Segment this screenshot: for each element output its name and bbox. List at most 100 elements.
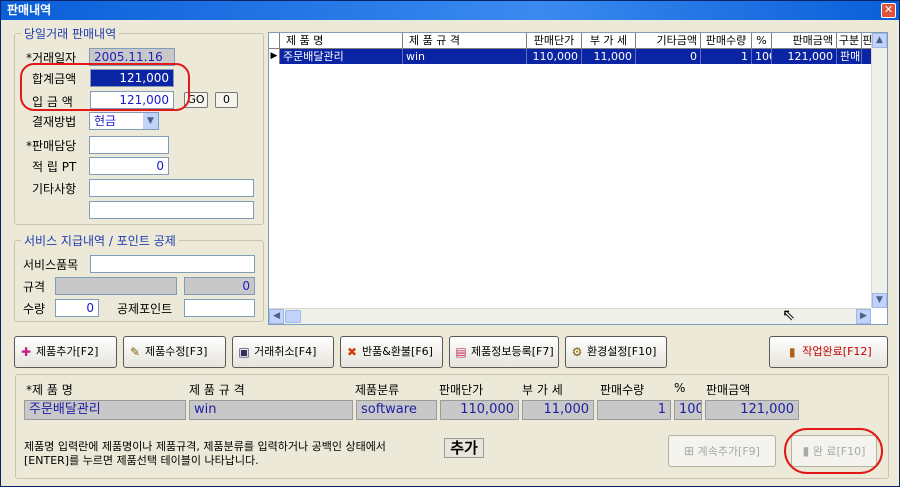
help-text-line-1: 제품명 입력란에 제품명이나 제품규격, 제품분류를 입력하거나 공백인 상태에… <box>24 440 386 453</box>
entry-header-name: *제 품 명 <box>26 383 73 397</box>
return-refund-label: 반품&환불[F6] <box>362 345 433 358</box>
register-product-label: 제품정보등록[F7] <box>471 345 554 358</box>
add-product-button[interactable]: ✚ 제품추가[F2] <box>14 336 117 368</box>
points-field[interactable]: 0 <box>89 157 169 175</box>
grid-cell-other[interactable]: 0 <box>636 49 701 64</box>
sale-group-title: 당일거래 판매내역 <box>21 25 120 42</box>
entry-amount-field[interactable]: 121,000 <box>705 400 799 420</box>
finish-work-button[interactable]: ▮ 작업완료[F12] <box>769 336 888 368</box>
continue-add-icon: ⊞ <box>684 444 695 458</box>
add-product-icon: ✚ <box>20 345 32 359</box>
scroll-left-icon[interactable]: ◀ <box>269 309 284 324</box>
grid-header-qty[interactable]: 판매수량 <box>701 33 752 49</box>
entry-header-vat: 부 가 세 <box>522 383 563 397</box>
grid-horizontal-scrollbar[interactable]: ◀ ▶ <box>269 308 871 324</box>
deduct-field[interactable] <box>184 299 255 317</box>
grid-header-amount[interactable]: 판매금액 <box>772 33 837 49</box>
continue-add-button[interactable]: ⊞ 계속추가[F9] <box>668 435 776 467</box>
entry-category-field[interactable]: software <box>356 400 437 420</box>
entry-header-qty: 판매수량 <box>600 383 645 397</box>
payment-label: 결재방법 <box>32 115 77 129</box>
service-group-title: 서비스 지급내역 / 포인트 공제 <box>21 232 179 249</box>
disk-icon: ▣ <box>238 345 250 359</box>
chevron-down-icon[interactable]: ▼ <box>143 113 158 129</box>
scroll-down-icon[interactable]: ▼ <box>872 293 887 308</box>
product-grid[interactable]: 제 품 명 제 품 규 격 판매단가 부 가 세 기타금액 판매수량 % 판매금… <box>268 32 888 325</box>
door-icon: ▮ <box>788 345 796 359</box>
grid-cell-price[interactable]: 110,000 <box>527 49 582 64</box>
entry-header-amount: 판매금액 <box>706 383 751 397</box>
points-label: 적 립 PT <box>32 160 77 174</box>
entry-qty-field[interactable]: 1 <box>597 400 671 420</box>
finish-work-label: 작업완료[F12] <box>802 345 872 358</box>
edit-product-button[interactable]: ✎ 제품수정[F3] <box>123 336 226 368</box>
grid-header-other[interactable]: 기타금액 <box>636 33 701 49</box>
spec-label: 규격 <box>23 280 46 294</box>
highlight-circle-complete <box>784 428 883 474</box>
service-item-label: 서비스품목 <box>23 258 79 272</box>
grid-header-pct[interactable]: % <box>752 33 772 49</box>
help-text-line-2: [ENTER]를 누르면 제품선택 테이블이 나타납니다. <box>24 454 259 467</box>
service-item-field[interactable] <box>90 255 255 273</box>
zero-button[interactable]: 0 <box>215 92 238 108</box>
grid-cell-pct[interactable]: 100 <box>752 49 772 64</box>
other-field-2[interactable] <box>89 201 254 219</box>
scroll-thumb[interactable] <box>285 310 301 323</box>
entry-header-category: 제품분류 <box>355 383 400 397</box>
grid-header-vat[interactable]: 부 가 세 <box>582 33 636 49</box>
other-field-1[interactable] <box>89 179 254 197</box>
edit-product-icon: ✎ <box>129 345 141 359</box>
grid-cell-spec[interactable]: win <box>403 49 527 64</box>
return-icon: ✖ <box>346 345 358 359</box>
mouse-cursor-icon: ⇖ <box>782 305 796 324</box>
grid-cell-vat[interactable]: 11,000 <box>582 49 636 64</box>
add-label: 추가 <box>444 438 484 458</box>
grid-vertical-scrollbar[interactable]: ▲ ▼ <box>871 33 887 308</box>
entry-header-spec: 제 품 규 격 <box>189 383 245 397</box>
other-label: 기타사항 <box>32 182 77 196</box>
register-icon: ▤ <box>455 345 467 359</box>
deduct-label: 공제포인트 <box>117 302 173 316</box>
grid-cell-amount[interactable]: 121,000 <box>772 49 837 64</box>
grid-cell-qty[interactable]: 1 <box>701 49 752 64</box>
grid-header-spec[interactable]: 제 품 규 격 <box>403 33 527 49</box>
row-indicator-icon: ▶ <box>269 49 280 64</box>
settings-icon: ⚙ <box>571 345 583 359</box>
window-title: 판매내역 <box>1 1 899 20</box>
entry-name-field[interactable]: 주문배달관리 <box>24 400 186 420</box>
cancel-transaction-button[interactable]: ▣ 거래취소[F4] <box>232 336 334 368</box>
grid-cell-name[interactable]: 주문배달관리 <box>280 49 403 64</box>
grid-header-price[interactable]: 판매단가 <box>527 33 582 49</box>
spec-value-field: 0 <box>184 277 255 295</box>
payment-select[interactable]: 현금 ▼ <box>89 112 159 130</box>
spec-field <box>55 277 177 295</box>
add-product-label: 제품추가[F2] <box>36 345 99 358</box>
qty-field[interactable]: 0 <box>55 299 99 317</box>
payment-value: 현금 <box>94 114 117 128</box>
scroll-up-icon[interactable]: ▲ <box>872 33 887 48</box>
continue-add-label: 계속추가[F9] <box>697 445 760 458</box>
edit-product-label: 제품수정[F3] <box>145 345 208 358</box>
qty-label: 수량 <box>23 302 46 316</box>
settings-label: 환경설정[F10] <box>587 345 657 358</box>
scroll-right-icon[interactable]: ▶ <box>856 309 871 324</box>
entry-vat-field[interactable]: 11,000 <box>522 400 594 420</box>
grid-corner <box>269 33 280 49</box>
entry-header-pct: % <box>674 381 686 395</box>
grid-header-name[interactable]: 제 품 명 <box>280 33 403 49</box>
register-product-button[interactable]: ▤ 제품정보등록[F7] <box>449 336 559 368</box>
highlight-circle-amounts <box>20 63 190 111</box>
staff-label: *판매담당 <box>26 139 77 153</box>
entry-spec-field[interactable]: win <box>189 400 353 420</box>
entry-header-price: 판매단가 <box>439 383 484 397</box>
grid-cell-type[interactable]: 판매 <box>837 49 862 64</box>
return-refund-button[interactable]: ✖ 반품&환불[F6] <box>340 336 443 368</box>
grid-header-type[interactable]: 구분 <box>837 33 862 49</box>
staff-field[interactable] <box>89 136 169 154</box>
close-button[interactable]: ✕ <box>881 3 896 18</box>
entry-price-field[interactable]: 110,000 <box>440 400 519 420</box>
cancel-transaction-label: 거래취소[F4] <box>254 345 317 358</box>
sales-window: 판매내역 ✕ 당일거래 판매내역 *거래일자 2005.11.16 합계금액 1… <box>0 0 900 487</box>
entry-pct-field[interactable]: 100 <box>674 400 702 420</box>
settings-button[interactable]: ⚙ 환경설정[F10] <box>565 336 667 368</box>
